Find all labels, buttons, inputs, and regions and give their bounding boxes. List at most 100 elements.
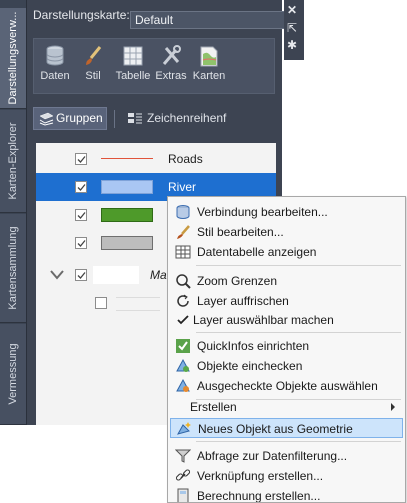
calc-icon [177, 488, 189, 502]
chevron-down-icon[interactable] [50, 270, 64, 280]
layer-name: Ma [150, 268, 167, 282]
layer-style-line [101, 158, 153, 159]
menu-item-make-selectable[interactable]: Layer auswählbar machen [170, 310, 403, 330]
quickinfo-icon [176, 339, 190, 353]
tools-icon [162, 45, 181, 65]
groups-label: Gruppen [56, 111, 103, 125]
menu-item-label: Datentabelle anzeigen [197, 245, 317, 259]
menu-item-new-object-from-geometry[interactable]: Neues Objekt aus Geometrie [170, 418, 403, 438]
palette-side-buttons: ✕ ⇱ ✱ [284, 0, 304, 60]
groups-button[interactable]: Gruppen [33, 107, 107, 130]
table-icon [123, 46, 143, 66]
menu-item-label: Berechnung erstellen... [197, 489, 321, 503]
data-button-label: Daten [40, 70, 70, 82]
divider [114, 110, 115, 128]
draw-order-button[interactable]: Zeichenreihenf [125, 107, 226, 130]
tab-karten-explorer[interactable]: Karten-Explorer [0, 110, 26, 213]
check-icon [77, 212, 86, 219]
layer-visibility-checkbox[interactable] [95, 297, 107, 309]
menu-item-label: Abfrage zur Datenfilterung... [197, 449, 348, 463]
menu-item-label: Verknüpfung erstellen... [197, 469, 324, 483]
data-button[interactable]: Daten [36, 44, 74, 90]
layer-style-swatch [101, 180, 153, 194]
menu-item-select-checked-out[interactable]: Ausgecheckte Objekte auswählen [170, 376, 403, 396]
extras-button[interactable]: Extras [152, 44, 190, 90]
checkout-select-icon [176, 378, 190, 392]
menu-item-label: Zoom Grenzen [197, 274, 278, 288]
menu-item-label: Neues Objekt aus Geometrie [198, 422, 353, 436]
table-button-label: Tabelle [115, 70, 151, 82]
table-button[interactable]: Tabelle [114, 44, 152, 90]
draw-order-icon [128, 113, 142, 124]
check-icon [77, 156, 86, 163]
layer-visibility-checkbox[interactable] [75, 181, 87, 193]
check-icon [77, 272, 86, 279]
layer-name: Roads [168, 152, 203, 166]
maps-button[interactable]: Karten [190, 44, 228, 90]
settings-icon[interactable]: ✱ [287, 38, 297, 52]
maps-button-label: Karten [192, 70, 226, 82]
map-icon [200, 46, 218, 67]
menu-item-create-link[interactable]: Verknüpfung erstellen... [170, 466, 403, 486]
checkin-icon [176, 358, 190, 372]
check-icon [77, 184, 86, 191]
layer-row-roads[interactable]: Roads [36, 145, 276, 173]
context-menu: Verbindung bearbeiten... Stil bearbeiten… [167, 196, 406, 503]
new-object-icon [176, 422, 191, 435]
menu-item-label: Stil bearbeiten... [197, 225, 284, 239]
layer-visibility-checkbox[interactable] [75, 209, 87, 221]
toolbar: Daten Stil Tabelle Extras Karten [33, 38, 275, 94]
view-toggle-row: Gruppen Zeichenreihenf [33, 104, 278, 134]
tab-label: Karten-Explorer [7, 122, 19, 200]
close-icon[interactable]: ✕ [287, 3, 297, 17]
menu-item-setup-quickinfo[interactable]: QuickInfos einrichten [170, 336, 403, 356]
layer-visibility-checkbox[interactable] [75, 237, 87, 249]
style-button[interactable]: Stil [74, 44, 112, 90]
refresh-icon [177, 294, 189, 307]
layer-visibility-checkbox[interactable] [75, 153, 87, 165]
check-icon [177, 315, 189, 325]
link-icon [175, 469, 191, 481]
tab-label: Darstellungsverw... [7, 11, 19, 105]
layer-visibility-checkbox[interactable] [75, 269, 87, 281]
zoom-icon [176, 274, 191, 289]
vertical-tab-strip: Darstellungsverw... Karten-Explorer Kart… [0, 0, 27, 425]
menu-item-refresh-layer[interactable]: Layer auffrischen [170, 291, 403, 311]
map-label: Darstellungskarte: [33, 8, 130, 22]
database-icon [46, 45, 64, 66]
tab-label: Kartensammlung [7, 226, 19, 310]
table-icon [175, 245, 191, 259]
tab-darstellungsverwaltung[interactable]: Darstellungsverw... [0, 8, 26, 109]
style-button-label: Stil [85, 70, 101, 82]
menu-item-create[interactable]: Erstellen [170, 397, 403, 417]
menu-item-edit-connection[interactable]: Verbindung bearbeiten... [170, 202, 403, 222]
filter-icon [175, 449, 191, 463]
map-select[interactable]: Default [130, 11, 298, 29]
brush-icon [86, 46, 102, 65]
menu-item-create-calculation[interactable]: Berechnung erstellen... [170, 486, 403, 503]
menu-item-zoom-extents[interactable]: Zoom Grenzen [170, 271, 403, 291]
menu-item-show-data-table[interactable]: Datentabelle anzeigen [170, 242, 403, 262]
menu-item-label: Objekte einchecken [197, 359, 303, 373]
draw-order-label: Zeichenreihenf [147, 111, 227, 125]
tab-kartensammlung[interactable]: Kartensammlung [0, 214, 26, 323]
menu-item-edit-style[interactable]: Stil bearbeiten... [170, 222, 403, 242]
tab-vermessung[interactable]: Vermessung [0, 324, 26, 425]
pin-icon[interactable]: ⇱ [287, 21, 297, 35]
menu-separator [196, 332, 401, 333]
menu-item-label: Verbindung bearbeiten... [197, 205, 328, 219]
layer-style-blank [116, 297, 160, 311]
menu-item-label: Erstellen [190, 400, 237, 414]
map-select-value: Default [135, 13, 174, 27]
menu-item-label: Layer auffrischen [197, 294, 289, 308]
submenu-arrow-icon [391, 403, 395, 411]
check-icon [77, 240, 86, 247]
database-icon [176, 205, 190, 219]
layer-style-blank [93, 266, 139, 284]
layer-style-swatch [101, 236, 153, 250]
brush-icon [177, 225, 190, 239]
menu-item-checkin-objects[interactable]: Objekte einchecken [170, 356, 403, 376]
menu-item-filter-query[interactable]: Abfrage zur Datenfilterung... [170, 446, 403, 466]
menu-item-label: Layer auswählbar machen [193, 313, 334, 327]
menu-separator [196, 441, 401, 442]
